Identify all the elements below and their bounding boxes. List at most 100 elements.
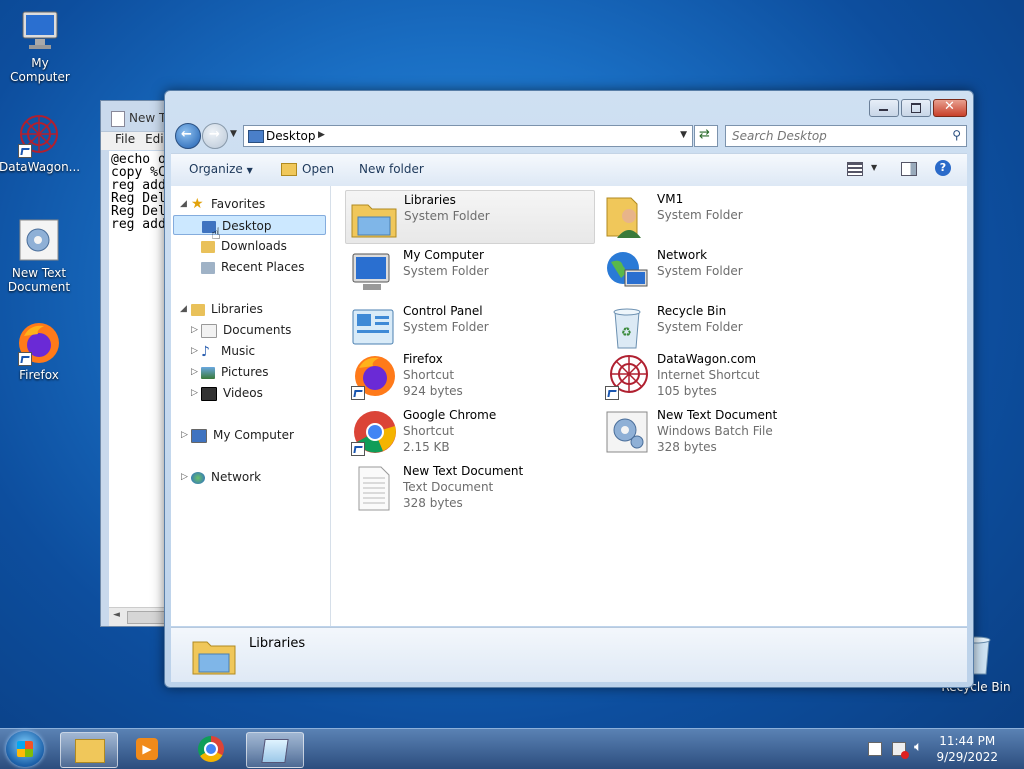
- nav-item-recent-places[interactable]: Recent Places: [201, 257, 304, 277]
- address-bar[interactable]: Desktop ▶ ▼: [243, 125, 693, 147]
- computer-icon: [17, 8, 63, 54]
- volume-icon[interactable]: 🔈︎: [914, 739, 922, 755]
- open-folder-icon: [281, 163, 297, 176]
- batch-file-icon: [16, 218, 62, 264]
- file-item-recycle-bin[interactable]: ♻ Recycle Bin System Folder: [599, 302, 847, 354]
- item-name: Google Chrome: [403, 408, 497, 422]
- explorer-window[interactable]: ✕ ← → ▼ Desktop ▶ ▼ ⇄ ⚲ Organize ▼ Open …: [164, 90, 974, 688]
- search-input[interactable]: [730, 127, 939, 145]
- pictures-icon: [201, 366, 215, 379]
- new-folder-button[interactable]: New folder: [359, 162, 424, 176]
- collapse-arrow-icon[interactable]: ◢: [180, 199, 187, 209]
- nav-item-desktop[interactable]: Desktop: [173, 215, 326, 235]
- text-document-icon: [349, 464, 397, 512]
- file-item-google-chrome[interactable]: Google Chrome Shortcut 2.15 KB: [345, 406, 593, 458]
- desktop-icon-firefox[interactable]: Firefox: [0, 320, 79, 382]
- nav-item-documents[interactable]: Documents: [201, 320, 291, 340]
- preview-pane-icon[interactable]: [901, 162, 917, 176]
- desktop-icon-label: Firefox: [19, 368, 59, 382]
- file-item-my-computer[interactable]: My Computer System Folder: [345, 246, 593, 298]
- item-type: Windows Batch File: [657, 424, 773, 438]
- maximize-button[interactable]: [901, 99, 931, 117]
- view-dropdown-icon[interactable]: ▼: [871, 163, 877, 172]
- taskbar-media-player[interactable]: ▶: [120, 732, 176, 766]
- nav-item-network[interactable]: Network: [191, 467, 261, 487]
- address-dropdown-icon[interactable]: ▼: [680, 130, 687, 140]
- system-clock[interactable]: 11:44 PM 9/29/2022: [936, 733, 998, 765]
- close-button[interactable]: ✕: [933, 99, 967, 117]
- file-item-new-text-document-txt[interactable]: New Text Document Text Document 328 byte…: [345, 462, 593, 514]
- taskbar-chrome[interactable]: [184, 732, 240, 766]
- clock-date: 9/29/2022: [936, 750, 998, 764]
- expand-arrow-icon[interactable]: ▷: [181, 430, 188, 440]
- expand-arrow-icon[interactable]: ▷: [191, 346, 198, 356]
- open-label: Open: [302, 162, 335, 176]
- nav-item-favorites[interactable]: ★ Favorites: [191, 194, 265, 214]
- refresh-button[interactable]: ⇄: [694, 125, 718, 147]
- item-name: Libraries: [404, 193, 456, 207]
- desktop-folder-icon: [248, 130, 264, 143]
- forward-button[interactable]: →: [202, 123, 228, 149]
- file-item-new-text-document-bat[interactable]: New Text Document Windows Batch File 328…: [599, 406, 847, 458]
- item-type: System Folder: [657, 208, 743, 222]
- nav-label: Videos: [223, 386, 263, 400]
- nav-item-my-computer[interactable]: My Computer: [191, 425, 294, 445]
- batch-file-icon: [603, 408, 651, 456]
- start-button[interactable]: [6, 731, 44, 767]
- file-item-firefox[interactable]: Firefox Shortcut 924 bytes: [345, 350, 593, 402]
- item-name: New Text Document: [657, 408, 778, 422]
- nav-label: Downloads: [221, 239, 287, 253]
- expand-arrow-icon[interactable]: ▷: [191, 325, 198, 335]
- scroll-left-arrow-icon[interactable]: ◄: [113, 610, 120, 620]
- view-options-icon[interactable]: [847, 162, 863, 176]
- item-type: Shortcut: [403, 424, 455, 438]
- help-icon[interactable]: ?: [935, 160, 951, 176]
- network-status-icon[interactable]: [892, 742, 909, 759]
- scrollbar-thumb[interactable]: [127, 611, 169, 624]
- datawagon-icon: [16, 112, 62, 158]
- nav-item-pictures[interactable]: Pictures: [201, 362, 269, 382]
- network-icon: [191, 471, 205, 484]
- item-name: Firefox: [403, 352, 443, 366]
- notepad-menu-file[interactable]: File: [115, 132, 135, 146]
- expand-arrow-icon[interactable]: ▷: [191, 367, 198, 377]
- notepad-title: New T: [129, 111, 167, 125]
- desktop-icon-my-computer[interactable]: My Computer: [0, 8, 80, 84]
- firefox-icon: [16, 320, 62, 366]
- expand-arrow-icon[interactable]: ▷: [191, 388, 198, 398]
- nav-item-music[interactable]: ♪ Music: [201, 341, 255, 361]
- file-item-network[interactable]: Network System Folder: [599, 246, 847, 298]
- back-button[interactable]: ←: [175, 123, 201, 149]
- nav-item-libraries[interactable]: Libraries: [191, 299, 263, 319]
- desktop-icon-datawagon[interactable]: DataWagon...: [0, 112, 80, 174]
- collapse-arrow-icon[interactable]: ◢: [180, 304, 187, 314]
- recent-pages-dropdown-icon[interactable]: ▼: [230, 129, 237, 139]
- nav-label: Network: [211, 470, 262, 484]
- desktop-icon-new-text-document[interactable]: New Text Document: [0, 218, 79, 294]
- minimize-button[interactable]: [869, 99, 899, 117]
- file-item-vm1[interactable]: VM1 System Folder: [599, 190, 847, 242]
- taskbar-notepad[interactable]: [246, 732, 304, 768]
- search-box[interactable]: ⚲: [725, 125, 967, 147]
- notepad-menu-edit[interactable]: Edi: [145, 132, 164, 146]
- breadcrumb-chevron-icon[interactable]: ▶: [318, 130, 325, 140]
- nav-item-videos[interactable]: Videos: [201, 383, 263, 403]
- search-icon[interactable]: ⚲: [952, 128, 961, 142]
- organize-button[interactable]: Organize ▼: [189, 162, 253, 176]
- open-button[interactable]: Open: [281, 162, 334, 176]
- notepad-icon: [261, 739, 289, 763]
- nav-label: My Computer: [213, 428, 294, 442]
- item-type: Text Document: [403, 480, 494, 494]
- file-item-datawagon[interactable]: DataWagon.com Internet Shortcut 105 byte…: [599, 350, 847, 402]
- forward-arrow-icon: →: [209, 127, 220, 142]
- file-list[interactable]: Libraries System Folder My Computer Syst…: [331, 186, 967, 626]
- file-item-control-panel[interactable]: Control Panel System Folder: [345, 302, 593, 354]
- action-center-icon[interactable]: [868, 742, 882, 756]
- details-pane: Libraries: [171, 627, 967, 682]
- item-name: Recycle Bin: [657, 304, 727, 318]
- navigation-pane[interactable]: ◢ ★ Favorites Desktop Downloads Recent Pl…: [171, 186, 331, 626]
- taskbar-explorer[interactable]: [60, 732, 118, 768]
- file-item-libraries[interactable]: Libraries System Folder: [345, 190, 595, 244]
- network-globe-icon: [603, 248, 651, 296]
- expand-arrow-icon[interactable]: ▷: [181, 472, 188, 482]
